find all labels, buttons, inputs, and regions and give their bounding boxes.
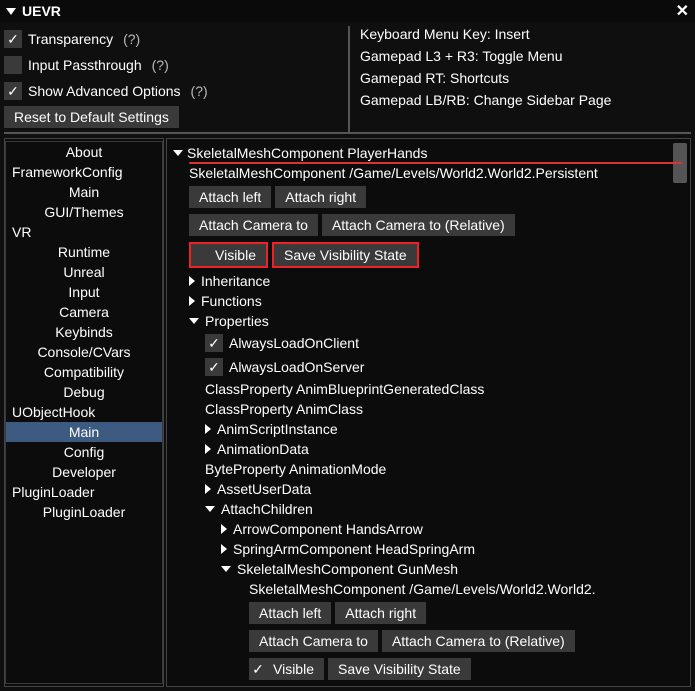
passthrough-checkbox[interactable] <box>4 56 22 74</box>
close-button[interactable]: ✕ <box>676 1 689 21</box>
anim-mode-label: ByteProperty AnimationMode <box>173 459 684 479</box>
chevron-down-icon <box>173 150 183 156</box>
chevron-right-icon <box>205 444 211 454</box>
sidebar-item-about[interactable]: About <box>6 142 162 162</box>
sidebar-item-gui-themes[interactable]: GUI/Themes <box>6 202 162 222</box>
attach-right-button[interactable]: Attach right <box>335 602 426 624</box>
transparency-checkbox[interactable] <box>4 30 22 48</box>
attach-right-button[interactable]: Attach right <box>275 186 366 208</box>
sidebar-item-keybinds[interactable]: Keybinds <box>6 322 162 342</box>
sidebar-item-uobjecthook[interactable]: UObjectHook <box>6 402 162 422</box>
sidebar-item-debug[interactable]: Debug <box>6 382 162 402</box>
reset-defaults-button[interactable]: Reset to Default Settings <box>4 106 179 128</box>
shortcut-line: Gamepad LB/RB: Change Sidebar Page <box>360 92 691 112</box>
shortcut-line: Gamepad L3 + R3: Toggle Menu <box>360 48 691 68</box>
sidebar-item-main[interactable]: Main <box>6 182 162 202</box>
attach-camera-button[interactable]: Attach Camera to <box>189 214 318 236</box>
chevron-right-icon <box>205 424 211 434</box>
chevron-right-icon <box>189 296 195 306</box>
sidebar-item-vr[interactable]: VR <box>6 222 162 242</box>
anim-script-node[interactable]: AnimScriptInstance <box>173 419 684 439</box>
options-column: Transparency (?) Input Passthrough (?) S… <box>4 26 344 132</box>
vertical-divider <box>348 26 350 132</box>
sidebar-item-input[interactable]: Input <box>6 282 162 302</box>
attach-children-node[interactable]: AttachChildren <box>173 499 684 519</box>
save-visibility-button[interactable]: Save Visibility State <box>274 244 417 266</box>
properties-node[interactable]: Properties <box>173 311 684 331</box>
shortcuts-column: Keyboard Menu Key: Insert Gamepad L3 + R… <box>354 26 691 132</box>
sidebar-item-developer[interactable]: Developer <box>6 462 162 482</box>
sidebar-item-camera[interactable]: Camera <box>6 302 162 322</box>
always-client-label: AlwaysLoadOnClient <box>229 335 359 351</box>
app-title: UEVR <box>22 3 676 19</box>
anim-data-node[interactable]: AnimationData <box>173 439 684 459</box>
collapse-icon[interactable] <box>6 8 16 15</box>
always-server-checkbox[interactable] <box>205 358 223 376</box>
attach-left-button[interactable]: Attach left <box>249 602 331 624</box>
passthrough-help[interactable]: (?) <box>152 57 169 73</box>
anim-bp-class-label: ClassProperty AnimBlueprintGeneratedClas… <box>173 379 684 399</box>
main-pane: AboutFrameworkConfigMainGUI/ThemesVRRunt… <box>0 134 695 691</box>
sidebar-item-unreal[interactable]: Unreal <box>6 262 162 282</box>
sidebar-item-runtime[interactable]: Runtime <box>6 242 162 262</box>
always-client-checkbox[interactable] <box>205 334 223 352</box>
chevron-right-icon <box>221 544 227 554</box>
sidebar-item-console-cvars[interactable]: Console/CVars <box>6 342 162 362</box>
shortcut-line: Gamepad RT: Shortcuts <box>360 70 691 90</box>
sidebar: AboutFrameworkConfigMainGUI/ThemesVRRunt… <box>4 138 164 687</box>
arrow-component-node[interactable]: ArrowComponent HandsArrow <box>173 519 684 539</box>
always-server-label: AlwaysLoadOnServer <box>229 359 364 375</box>
sidebar-item-pluginloader[interactable]: PluginLoader <box>6 502 162 522</box>
advanced-help[interactable]: (?) <box>191 83 208 99</box>
functions-node[interactable]: Functions <box>173 291 684 311</box>
sidebar-item-main[interactable]: Main <box>6 422 162 442</box>
save-visibility-button[interactable]: Save Visibility State <box>328 658 471 680</box>
attach-camera-relative-button[interactable]: Attach Camera to (Relative) <box>322 214 515 236</box>
sidebar-item-pluginloader[interactable]: PluginLoader <box>6 482 162 502</box>
transparency-label: Transparency <box>28 31 113 47</box>
content-panel: SkeletalMeshComponent PlayerHands Skelet… <box>166 138 691 687</box>
attach-left-button[interactable]: Attach left <box>189 186 271 208</box>
shortcut-line: Keyboard Menu Key: Insert <box>360 26 691 46</box>
top-pane: Transparency (?) Input Passthrough (?) S… <box>0 22 695 132</box>
gunmesh-node[interactable]: SkeletalMeshComponent GunMesh <box>173 559 684 579</box>
anim-class-label: ClassProperty AnimClass <box>173 399 684 419</box>
visible-highlight: Visible <box>189 242 268 268</box>
inheritance-node[interactable]: Inheritance <box>173 683 684 686</box>
playerhands-path: SkeletalMeshComponent /Game/Levels/World… <box>173 163 684 183</box>
advanced-checkbox[interactable] <box>4 82 22 100</box>
app-window: UEVR ✕ Transparency (?) Input Passthroug… <box>0 0 695 691</box>
inheritance-node[interactable]: Inheritance <box>173 271 684 291</box>
attach-camera-relative-button[interactable]: Attach Camera to (Relative) <box>382 630 575 652</box>
chevron-right-icon <box>189 276 195 286</box>
save-visibility-highlight: Save Visibility State <box>272 242 419 268</box>
advanced-label: Show Advanced Options <box>28 83 181 99</box>
titlebar: UEVR ✕ <box>0 0 695 22</box>
sidebar-item-compatibility[interactable]: Compatibility <box>6 362 162 382</box>
asset-user-data-node[interactable]: AssetUserData <box>173 479 684 499</box>
sidebar-item-config[interactable]: Config <box>6 442 162 462</box>
chevron-down-icon <box>189 318 199 324</box>
sidebar-item-frameworkconfig[interactable]: FrameworkConfig <box>6 162 162 182</box>
visible-label: Visible <box>273 661 314 677</box>
visible-checkbox[interactable] <box>191 246 209 264</box>
chevron-right-icon <box>205 484 211 494</box>
spring-arm-node[interactable]: SpringArmComponent HeadSpringArm <box>173 539 684 559</box>
passthrough-label: Input Passthrough <box>28 57 142 73</box>
playerhands-header[interactable]: SkeletalMeshComponent PlayerHands <box>173 143 684 163</box>
visible-label: Visible <box>215 247 256 263</box>
gunmesh-path: SkeletalMeshComponent /Game/Levels/World… <box>173 579 684 599</box>
chevron-right-icon <box>221 524 227 534</box>
transparency-help[interactable]: (?) <box>123 31 140 47</box>
chevron-down-icon <box>205 506 215 512</box>
attach-camera-button[interactable]: Attach Camera to <box>249 630 378 652</box>
chevron-down-icon <box>221 566 231 572</box>
visible-checkbox[interactable] <box>249 660 267 678</box>
